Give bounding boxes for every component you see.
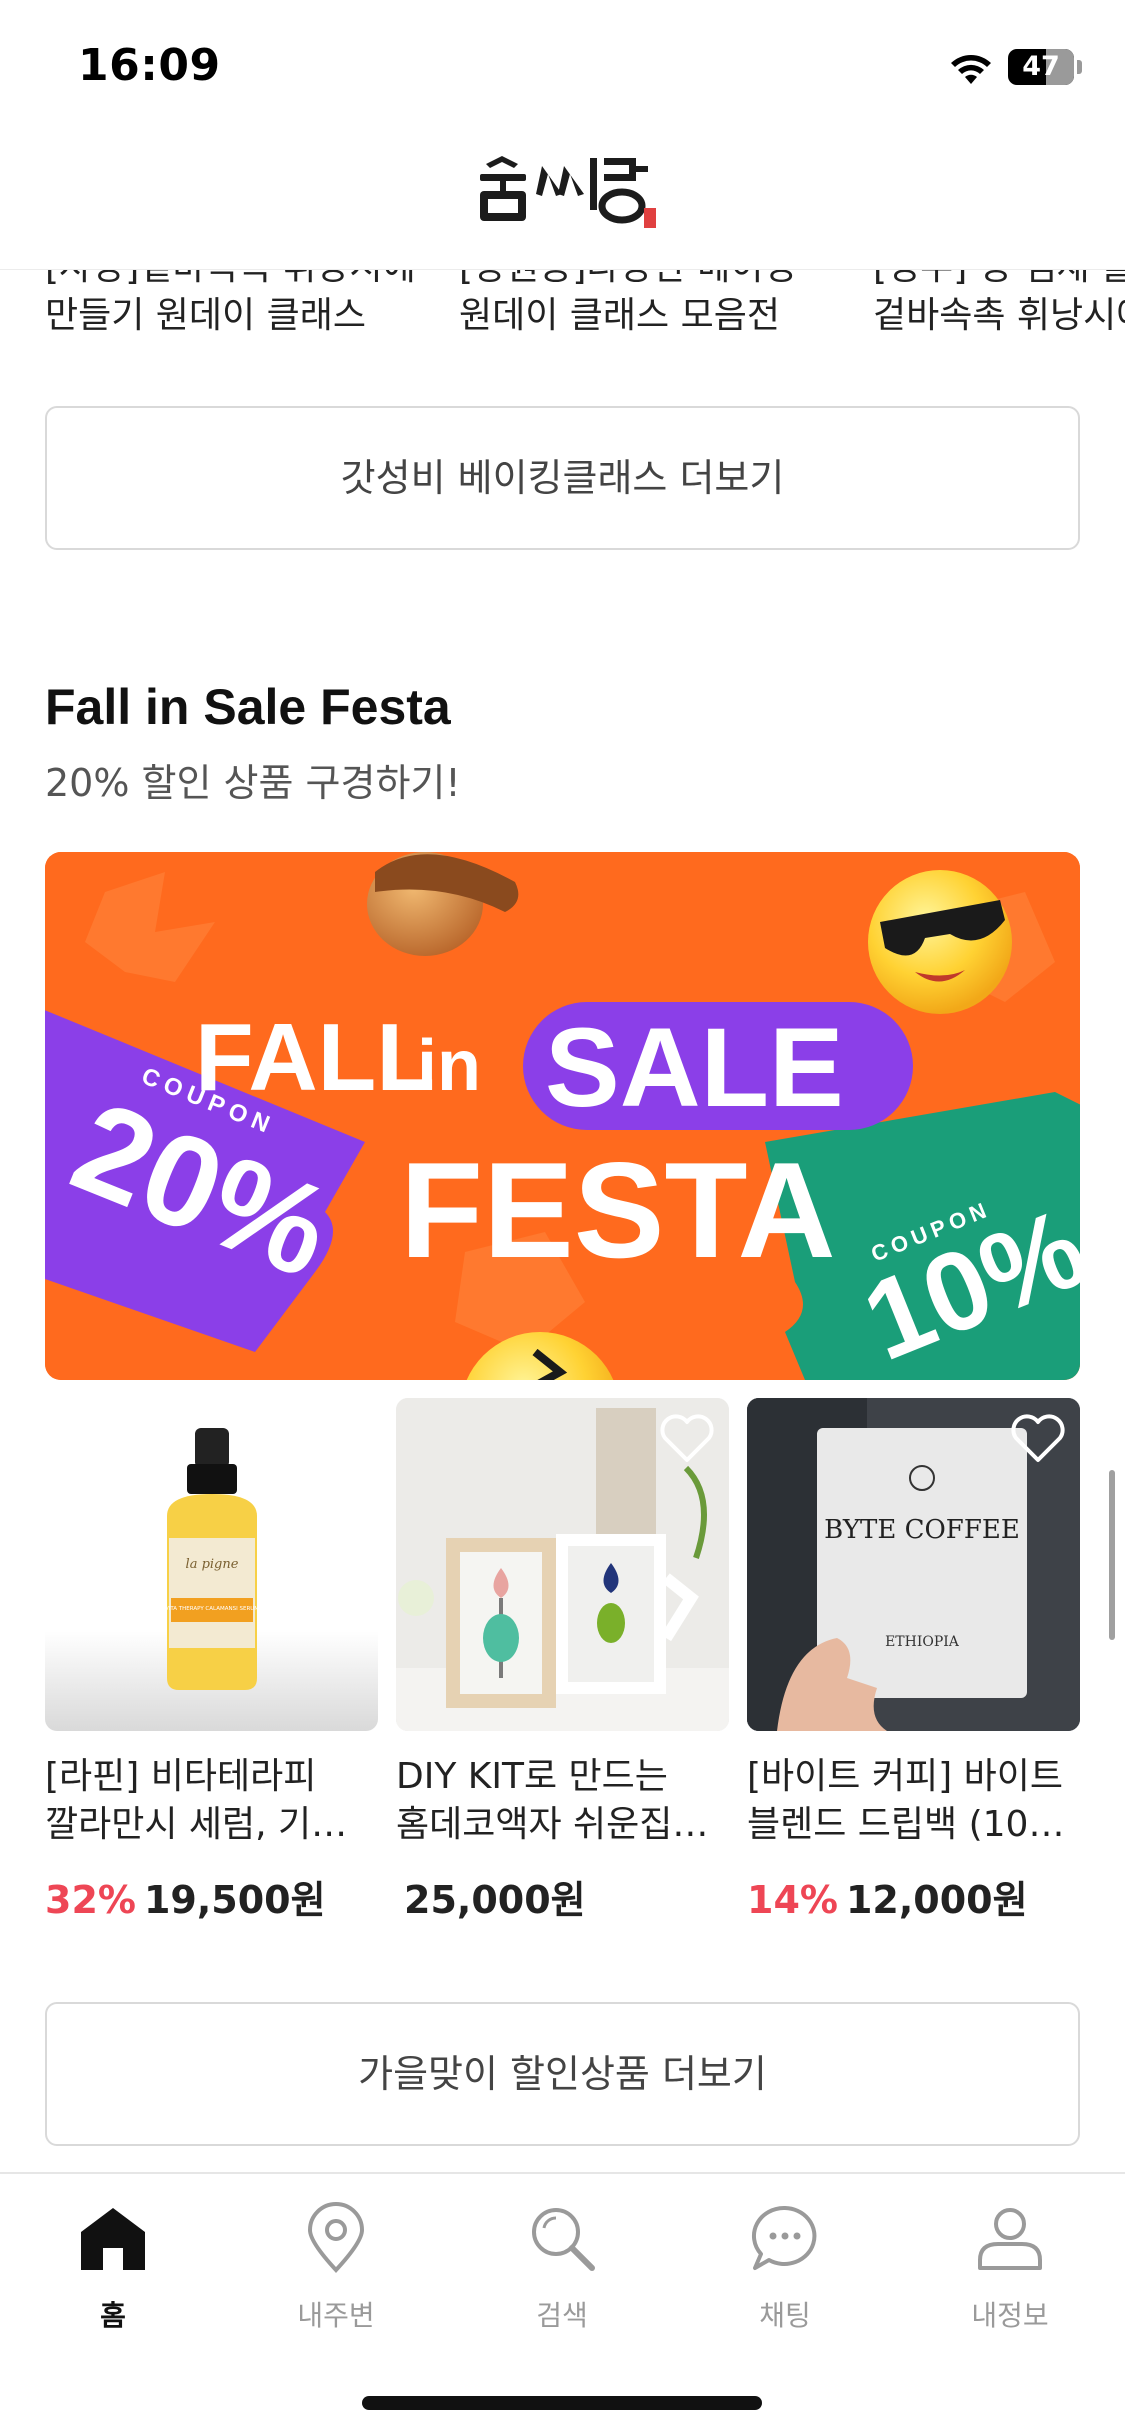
coffee-brand-label: BYTE COFFEE bbox=[824, 1515, 1020, 1545]
product-image[interactable]: BYTE COFFEE ETHIOPIA bbox=[747, 1398, 1080, 1731]
price-row: 25,000원 bbox=[396, 1869, 729, 1924]
battery-level-text: 47 bbox=[1022, 51, 1060, 82]
tab-my-info[interactable]: 내정보 bbox=[930, 2198, 1090, 2334]
class-title-line2: 겉바속촉 휘낭시에 bbox=[873, 295, 1125, 336]
sale-more-button[interactable]: 가을맞이 할인상품 더보기 bbox=[45, 2002, 1080, 2146]
banner-sale-text: SALE bbox=[545, 1005, 844, 1130]
tab-label: 검색 bbox=[536, 2299, 588, 2332]
favorite-heart-icon[interactable] bbox=[306, 1410, 366, 1466]
product-card[interactable]: DIY KIT로 만드는 홈데코액자 쉬운집… 25,000원 bbox=[396, 1398, 729, 1924]
banner-graphic: COUPON 20% COUPON 10% FALL in SALE FESTA bbox=[45, 852, 1080, 1380]
product-card[interactable]: BYTE COFFEE ETHIOPIA [바이트 커피] 바이트 블렌드 드립… bbox=[747, 1398, 1080, 1924]
product-image[interactable]: la pigne VITA THERAPY CALAMANSI SERUM bbox=[45, 1398, 378, 1731]
product-image[interactable] bbox=[396, 1398, 729, 1731]
serum-brand-label: la pigne bbox=[186, 1557, 239, 1572]
section-title: Fall in Sale Festa bbox=[45, 679, 451, 735]
scroll-indicator[interactable] bbox=[1109, 1470, 1115, 1640]
tab-nearby[interactable]: 내주변 bbox=[256, 2198, 416, 2334]
tab-label: 내주변 bbox=[297, 2299, 375, 2332]
product-card[interactable]: la pigne VITA THERAPY CALAMANSI SERUM [라… bbox=[45, 1398, 378, 1924]
section-subtitle: 20% 할인 상품 구경하기! bbox=[45, 761, 461, 805]
home-indicator[interactable] bbox=[362, 2396, 762, 2410]
fall-sale-banner[interactable]: COUPON 20% COUPON 10% FALL in SALE FESTA bbox=[45, 852, 1080, 1380]
product-price: 12,000원 bbox=[845, 1878, 1028, 1922]
product-name: [바이트 커피] 바이트 블렌드 드립백 (10g… bbox=[747, 1756, 1080, 1845]
app-logo[interactable] bbox=[472, 144, 662, 244]
home-feed[interactable]: [사당]겉바속촉 휘낭시에 만들기 원데이 클래스 [망원동]다양한 베이킹 원… bbox=[0, 0, 1125, 2436]
class-title-line2: 만들기 원데이 클래스 bbox=[45, 295, 366, 336]
tab-chat[interactable]: 채팅 bbox=[705, 2198, 865, 2334]
banner-fall-text: FALL bbox=[195, 1004, 435, 1111]
chat-bubble-icon bbox=[751, 2205, 817, 2270]
serum-product-label: VITA THERAPY CALAMANSI SERUM bbox=[165, 1606, 259, 1612]
discount-rate: 14% bbox=[747, 1878, 838, 1922]
baking-more-button[interactable]: 갓성비 베이킹클래스 더보기 bbox=[45, 406, 1080, 550]
favorite-heart-icon[interactable] bbox=[1008, 1410, 1068, 1466]
profile-icon bbox=[978, 2208, 1042, 2270]
coffee-origin-label: ETHIOPIA bbox=[885, 1634, 960, 1650]
location-pin-icon bbox=[307, 2202, 365, 2273]
tab-home[interactable]: 홈 bbox=[33, 2198, 193, 2334]
discount-rate: 32% bbox=[45, 1878, 136, 1922]
price-row: 32% 19,500원 bbox=[45, 1869, 378, 1924]
app-header bbox=[0, 130, 1125, 270]
favorite-heart-icon[interactable] bbox=[657, 1410, 717, 1466]
tab-label: 채팅 bbox=[759, 2299, 811, 2332]
price-row: 14% 12,000원 bbox=[747, 1869, 1080, 1924]
product-price: 19,500원 bbox=[143, 1878, 326, 1922]
tab-search[interactable]: 검색 bbox=[482, 2198, 642, 2334]
tab-label: 내정보 bbox=[971, 2299, 1049, 2332]
product-price: 25,000원 bbox=[404, 1878, 586, 1922]
product-name: [라핀] 비타테라피 깔라만시 세럼, 기미… bbox=[45, 1756, 378, 1845]
product-name: DIY KIT로 만드는 홈데코액자 쉬운집… bbox=[396, 1756, 709, 1845]
banner-in-text: in bbox=[417, 1026, 481, 1106]
home-icon bbox=[81, 2208, 145, 2270]
search-icon bbox=[532, 2208, 595, 2271]
banner-festa-text: FESTA bbox=[400, 1134, 836, 1286]
class-title-line2: 원데이 클래스 모음전 bbox=[459, 295, 780, 336]
tab-label: 홈 bbox=[100, 2299, 126, 2332]
